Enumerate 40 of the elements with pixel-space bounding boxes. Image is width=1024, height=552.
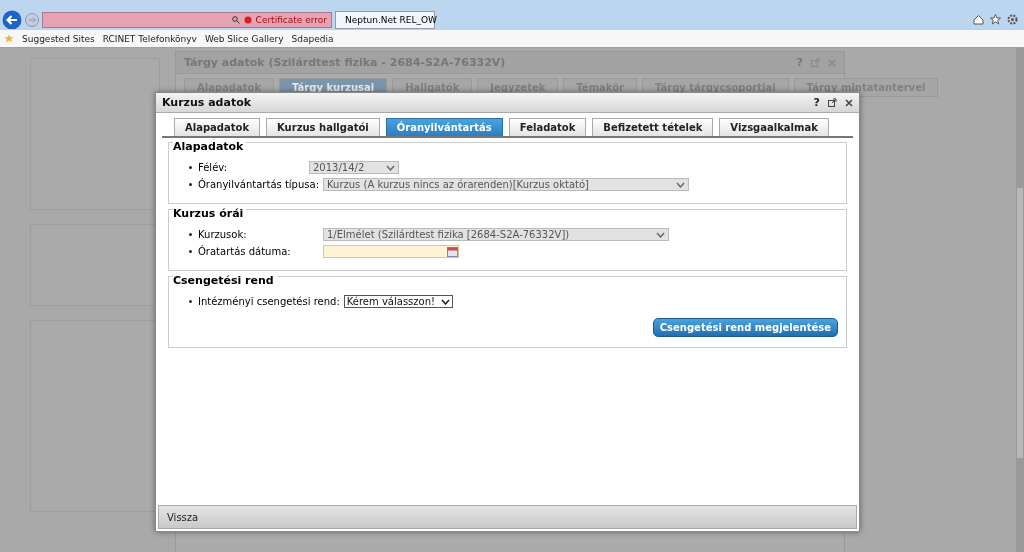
dialog-title: Kurzus adatok (162, 96, 252, 109)
calendar-icon[interactable] (447, 246, 458, 257)
date-field[interactable] (323, 245, 459, 258)
favorites-link[interactable]: Web Slice Gallery (204, 33, 284, 44)
select-field[interactable]: Kérem válasszon! (343, 295, 454, 308)
section-title: Alapadatok (173, 140, 247, 153)
section-title: Kurzus órái (173, 207, 247, 220)
scrollbar[interactable] (1016, 48, 1024, 552)
field-label: Kurzusok: (198, 229, 247, 240)
help-button[interactable]: ? (813, 96, 820, 109)
tab[interactable]: Alapadatok (174, 118, 261, 136)
tab[interactable]: Óranyilvántartás (385, 118, 503, 136)
address-bar[interactable]: Certificate error (42, 11, 332, 28)
favorites-link[interactable]: Sdapedia (291, 33, 334, 44)
back-button[interactable]: Vissza (163, 509, 203, 525)
field-label: Intézményi csengetési rend: (198, 296, 340, 307)
chevron-down-icon (656, 231, 665, 238)
chevron-down-icon (441, 298, 451, 305)
tab[interactable]: Befizetett tételek (592, 118, 714, 136)
chevron-down-icon (386, 164, 395, 171)
certificate-error-text[interactable]: Certificate error (255, 14, 327, 25)
show-schedule-button[interactable]: Csengetési rend megjelentése (652, 318, 838, 337)
favorites-star-icon[interactable] (4, 34, 14, 43)
settings-icon[interactable] (1007, 14, 1018, 25)
favorites-link[interactable]: RCINET Telefonkönyv (102, 33, 197, 44)
chevron-down-icon (676, 181, 685, 188)
close-icon[interactable] (845, 98, 853, 107)
popout-icon[interactable] (828, 98, 837, 107)
field-label: Óratartás dátuma: (198, 246, 291, 257)
home-icon[interactable] (973, 14, 984, 25)
search-icon (231, 15, 240, 24)
favorites-link[interactable]: Suggested Sites (22, 33, 95, 44)
tab[interactable]: Feladatok (508, 118, 587, 136)
field-label: Félév: (198, 162, 228, 173)
section-title: Csengetési rend (173, 274, 277, 287)
tab[interactable]: Vizsgaalkalmak (719, 118, 829, 136)
tab[interactable]: Kurzus hallgatói (266, 118, 380, 136)
browser-tab[interactable]: Neptun.Net REL_OW (335, 10, 435, 29)
field-label: Óranyilvántartás típusa: (198, 179, 319, 190)
star-icon[interactable] (990, 14, 1001, 25)
